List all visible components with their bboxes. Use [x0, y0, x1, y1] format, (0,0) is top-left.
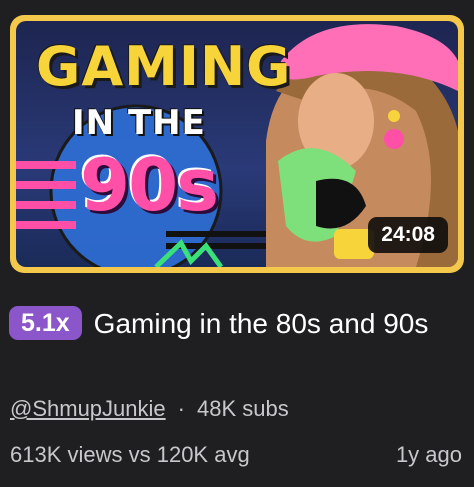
video-thumbnail[interactable]: GAMING IN THE 90s 24:08 [10, 15, 464, 273]
views-vs-average: 613K views vs 120K avg [10, 442, 250, 467]
video-title[interactable]: Gaming in the 80s and 90s [94, 308, 429, 339]
thumbnail-title-gaming: GAMING [36, 35, 292, 98]
thumbnail-title-90s: 90s [80, 143, 219, 227]
subscriber-count: 48K subs [196, 396, 289, 421]
video-title-row[interactable]: 5.1x Gaming in the 80s and 90s [9, 303, 465, 345]
channel-row: @ShmupJunkie · 48K subs [10, 396, 289, 422]
multiplier-badge: 5.1x [9, 306, 82, 340]
video-card[interactable]: GAMING IN THE 90s 24:08 5.1x Gaming in th… [0, 0, 474, 487]
channel-handle-link[interactable]: @ShmupJunkie [10, 396, 166, 421]
duration-badge: 24:08 [368, 217, 448, 253]
upload-age: 1y ago [395, 442, 462, 467]
separator-dot: · [177, 396, 185, 421]
stats-row: 613K views vs 120K avg 1y ago [10, 442, 462, 468]
thumbnail-title-in-the: IN THE [72, 103, 206, 143]
